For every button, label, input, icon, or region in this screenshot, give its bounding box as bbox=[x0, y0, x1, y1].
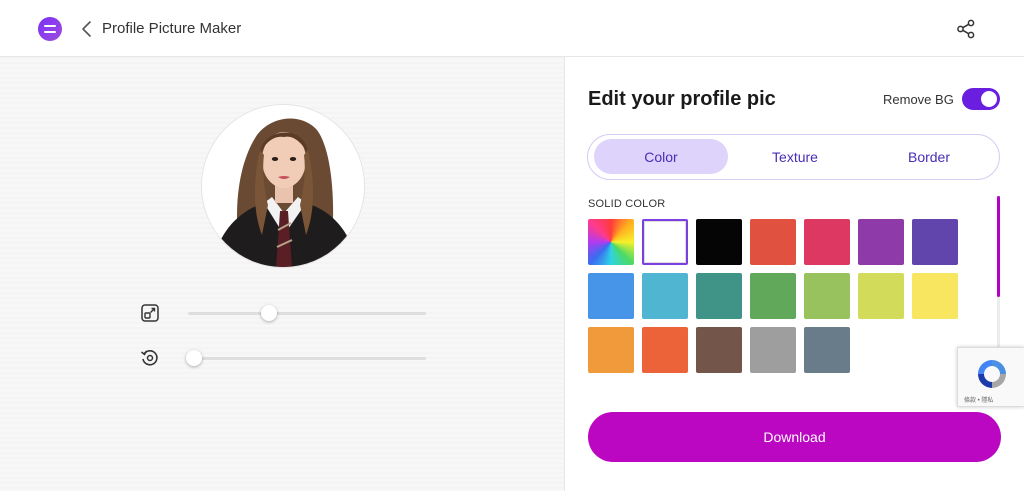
color-swatch-black[interactable] bbox=[696, 219, 742, 265]
color-swatch-blue[interactable] bbox=[588, 273, 634, 319]
scrollbar-thumb[interactable] bbox=[997, 196, 1000, 297]
rotate-icon bbox=[141, 350, 158, 366]
color-swatch-light-green[interactable] bbox=[804, 273, 850, 319]
edit-panel: Edit your profile pic Remove BG Color Te… bbox=[566, 57, 1024, 491]
panel-title: Edit your profile pic bbox=[588, 88, 776, 110]
recaptcha-badge[interactable]: 條款 • 隱私 bbox=[957, 347, 1024, 407]
color-swatch-orange[interactable] bbox=[588, 327, 634, 373]
rotate-slider-row bbox=[140, 346, 430, 370]
download-button[interactable]: Download bbox=[588, 412, 1001, 462]
color-swatch-pink[interactable] bbox=[804, 219, 850, 265]
tab-texture[interactable]: Texture bbox=[728, 139, 862, 174]
color-swatch-cyan[interactable] bbox=[642, 273, 688, 319]
recaptcha-icon bbox=[978, 360, 1006, 388]
portrait-image bbox=[202, 105, 364, 267]
zoom-slider-row bbox=[140, 301, 430, 325]
preview-panel bbox=[0, 57, 565, 491]
color-swatch-yellow[interactable] bbox=[912, 273, 958, 319]
color-swatch-lime[interactable] bbox=[858, 273, 904, 319]
color-swatch-white[interactable] bbox=[642, 219, 688, 265]
toggle-knob bbox=[981, 91, 997, 107]
color-swatch-rainbow[interactable] bbox=[588, 219, 634, 265]
share-icon[interactable] bbox=[956, 19, 976, 39]
rotate-slider-thumb[interactable] bbox=[186, 350, 202, 366]
color-swatch-teal[interactable] bbox=[696, 273, 742, 319]
color-swatch-red[interactable] bbox=[750, 219, 796, 265]
color-swatch-grey[interactable] bbox=[750, 327, 796, 373]
app-header: Profile Picture Maker bbox=[0, 0, 1024, 57]
color-swatch-blue-grey[interactable] bbox=[804, 327, 850, 373]
color-swatch-purple[interactable] bbox=[858, 219, 904, 265]
profile-picture-preview[interactable] bbox=[201, 104, 365, 268]
color-swatch-deep-purple[interactable] bbox=[912, 219, 958, 265]
tab-border[interactable]: Border bbox=[862, 139, 996, 174]
zoom-icon bbox=[141, 304, 159, 322]
zoom-slider-track[interactable] bbox=[188, 312, 426, 315]
recaptcha-links[interactable]: 條款 • 隱私 bbox=[964, 395, 993, 404]
zoom-slider-thumb[interactable] bbox=[260, 305, 277, 321]
logo-icon[interactable] bbox=[38, 17, 62, 41]
section-label: SOLID COLOR bbox=[588, 198, 666, 210]
color-swatch-green[interactable] bbox=[750, 273, 796, 319]
edit-tabs: Color Texture Border bbox=[587, 134, 1000, 180]
page-title: Profile Picture Maker bbox=[102, 20, 242, 37]
color-swatch-brown[interactable] bbox=[696, 327, 742, 373]
color-swatch-deep-orange[interactable] bbox=[642, 327, 688, 373]
rotate-slider-track[interactable] bbox=[188, 357, 426, 360]
chevron-left-icon[interactable] bbox=[78, 19, 96, 39]
remove-bg-label: Remove BG bbox=[883, 92, 954, 107]
tab-color[interactable]: Color bbox=[594, 139, 728, 174]
remove-bg-toggle[interactable] bbox=[962, 88, 1000, 110]
